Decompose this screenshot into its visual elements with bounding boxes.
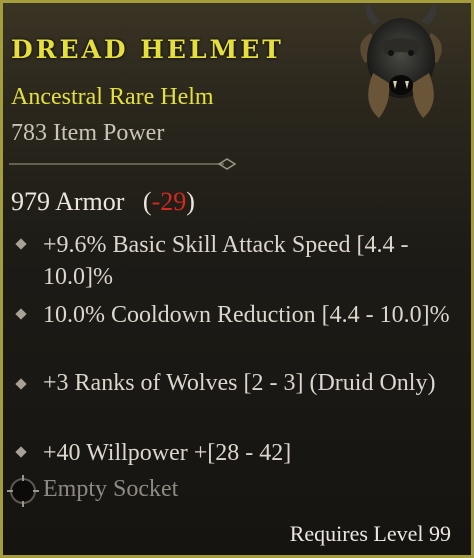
affix-line: +3 Ranks of Wolves [2 - 3] (Druid Only) (43, 370, 436, 396)
armor-delta: -29 (151, 187, 187, 216)
diamond-bullet-icon (15, 238, 27, 250)
ornamental-divider (9, 158, 237, 170)
armor-paren-close: ) (186, 187, 195, 216)
armor-stat: 979 Armor (-29) (11, 187, 195, 217)
affix-line: 10.0% Cooldown Reduction [4.4 - 10.0]% (43, 302, 450, 328)
affix-line: +9.6% Basic Skill Attack Speed [4.4 - 10… (43, 232, 409, 290)
armor-paren-open: ( (142, 187, 152, 216)
item-power: 783 Item Power (11, 120, 165, 146)
item-tooltip: DREAD HELMET Ancestral Rare Helm 783 Ite… (0, 0, 474, 558)
level-requirement: Requires Level 99 (289, 521, 451, 546)
socket-label: Empty Socket (43, 476, 179, 502)
item-rarity-type: Ancestral Rare Helm (11, 84, 214, 110)
empty-socket-icon (7, 475, 39, 507)
diamond-bullet-icon (15, 378, 27, 390)
horned-helmet-icon (360, 3, 442, 118)
armor-value: 979 Armor (11, 187, 125, 216)
diamond-bullet-icon (15, 446, 27, 458)
item-name: DREAD HELMET (11, 35, 284, 64)
affix-line: +40 Willpower +[28 - 42] (43, 440, 292, 466)
diamond-bullet-icon (15, 308, 27, 320)
